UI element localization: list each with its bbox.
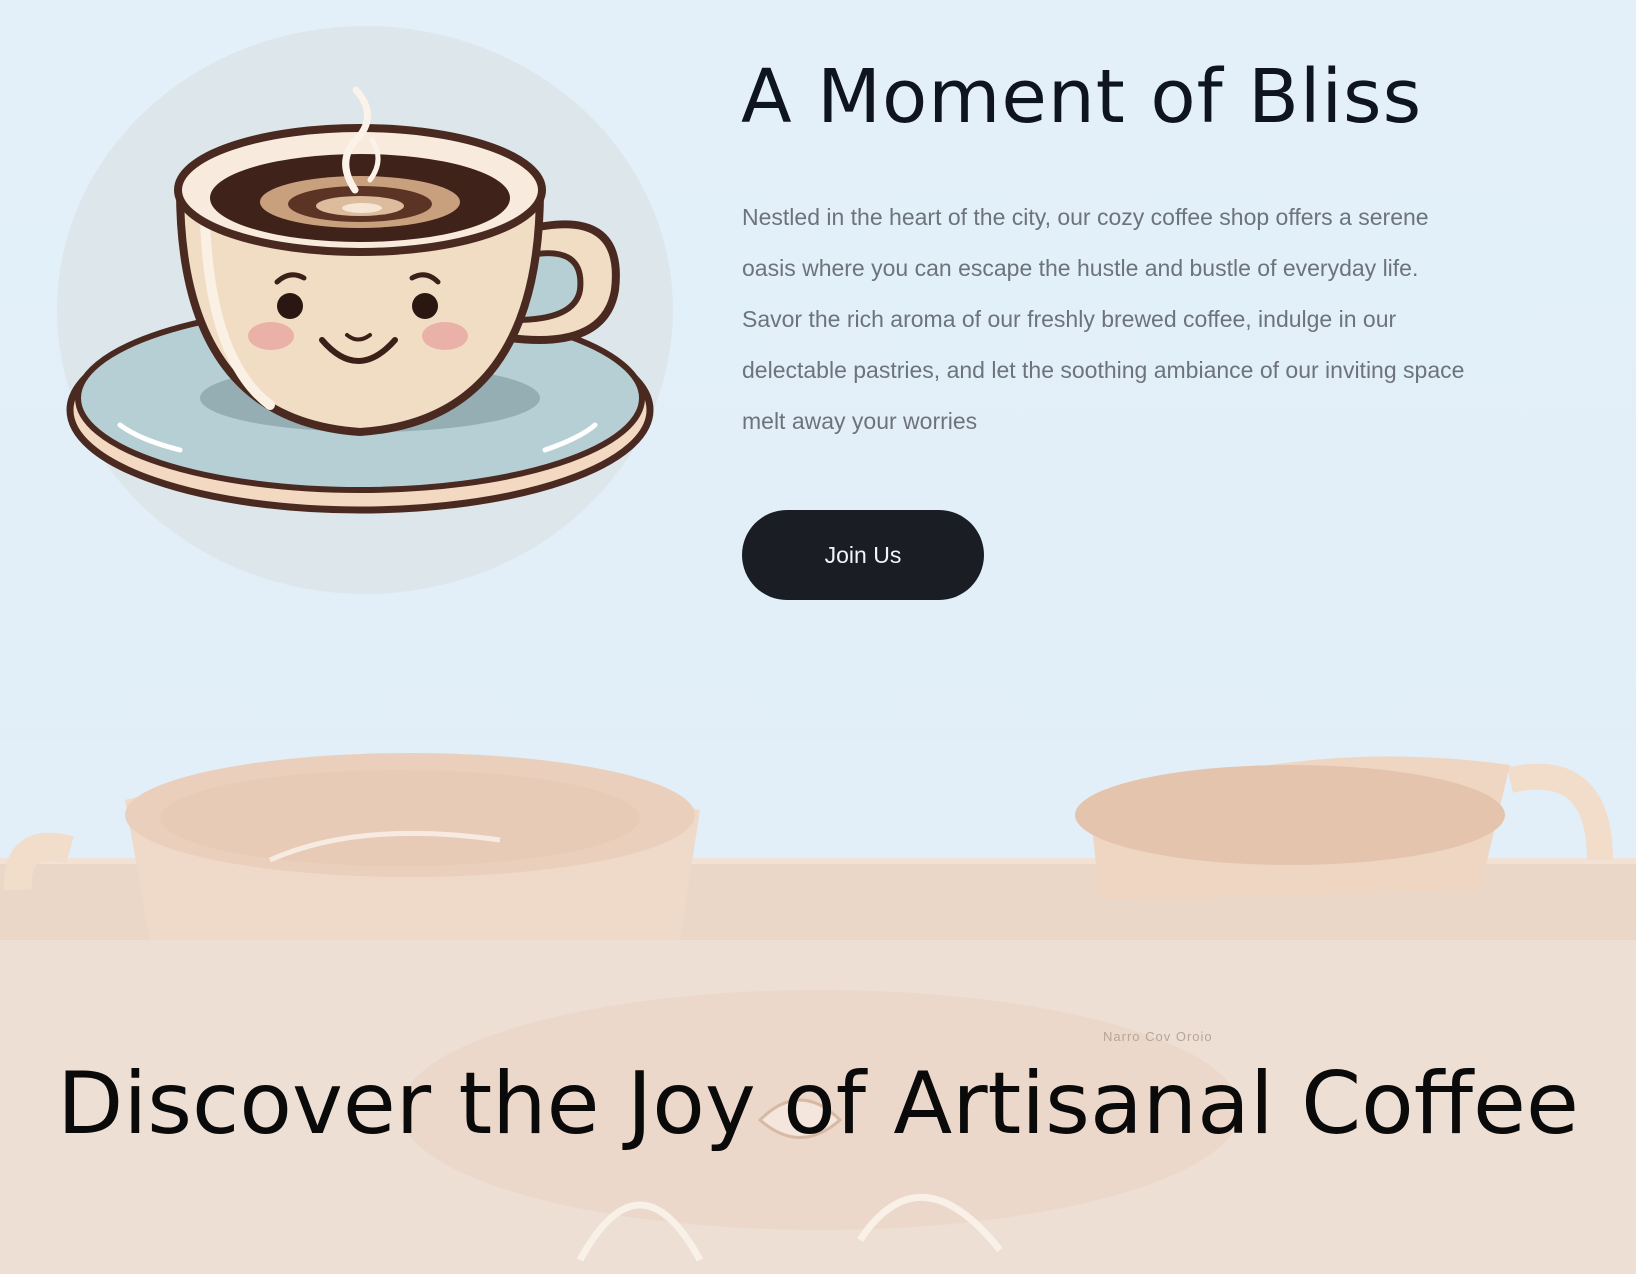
discover-section: Narro Cov Oroio Discover the Joy of Arti… — [0, 940, 1636, 1274]
coffee-cups-banner-image — [0, 740, 1636, 940]
discover-title: Discover the Joy of Artisanal Coffee — [57, 1054, 1579, 1154]
join-us-button[interactable]: Join Us — [742, 510, 984, 600]
hero-title: A Moment of Bliss — [741, 54, 1423, 140]
smiling-coffee-cup-icon — [57, 26, 673, 594]
hero-description: Nestled in the heart of the city, our co… — [742, 204, 1465, 434]
